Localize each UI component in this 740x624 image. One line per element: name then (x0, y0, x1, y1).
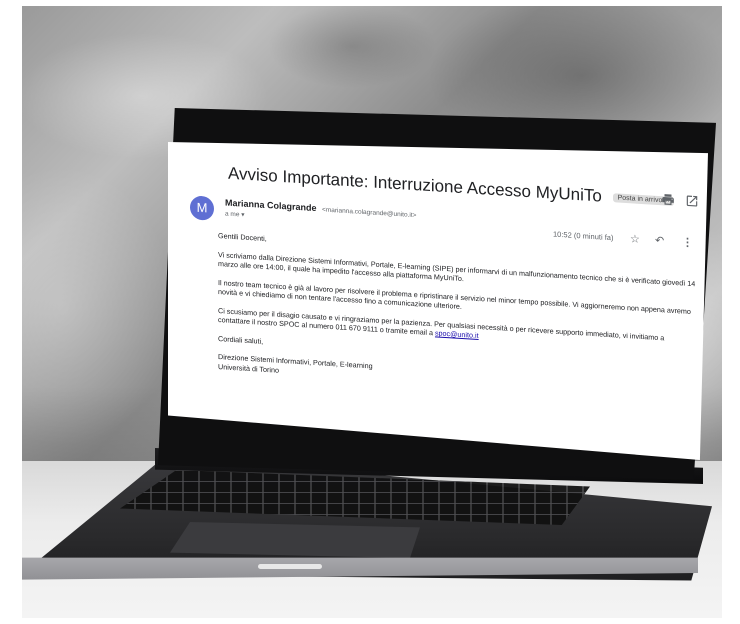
laptop-notch (258, 564, 322, 569)
avatar[interactable]: M (190, 195, 214, 221)
printer-icon[interactable] (661, 192, 675, 207)
subject-text: Avviso Importante: Interruzione Accesso … (228, 163, 602, 206)
inbox-label-text: Posta in arrivo (617, 194, 663, 205)
external-link-icon[interactable] (685, 194, 699, 209)
star-icon[interactable]: ☆ (630, 232, 640, 246)
laptop-screen: Avviso Importante: Interruzione Accesso … (168, 142, 708, 460)
more-vertical-icon[interactable]: ⋮ (682, 235, 693, 249)
sender-line: Marianna Colagrande <marianna.colagrande… (225, 197, 416, 219)
chevron-down-icon[interactable]: ▾ (241, 211, 244, 218)
sender-email: <marianna.colagrande@unito.it> (322, 206, 417, 220)
reply-icon[interactable]: ↶ (655, 234, 664, 248)
recipient-dropdown[interactable]: a me ▾ (225, 209, 245, 218)
support-email-link[interactable]: spoc@unito.it (435, 328, 479, 340)
laptop-trackpad (170, 522, 420, 558)
email-timestamp: 10:52 (0 minuti fa) (553, 229, 614, 243)
email-body: Gentili Docenti, Vi scriviamo dalla Dire… (218, 231, 698, 400)
recipient-text: a me (225, 210, 240, 219)
email-view: Avviso Importante: Interruzione Accesso … (168, 142, 708, 460)
